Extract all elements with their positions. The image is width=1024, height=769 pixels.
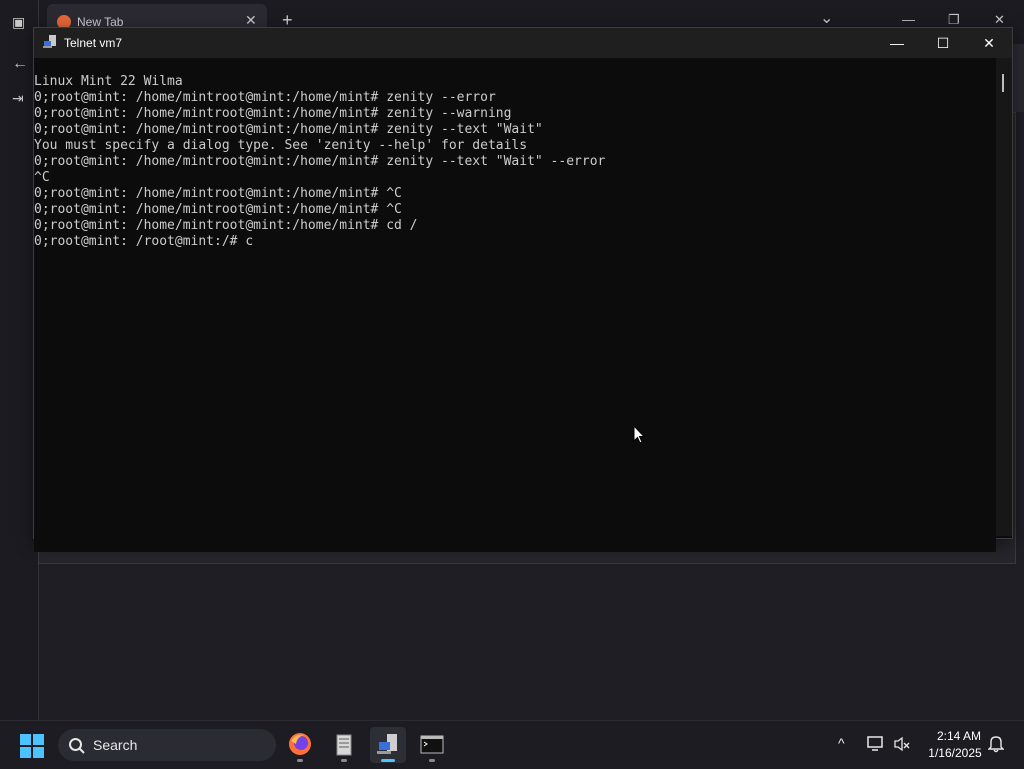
terminal-line: Linux Mint 22 Wilma — [34, 74, 183, 89]
terminal-line: ^C — [34, 170, 50, 185]
show-hidden-icons-chevron[interactable]: ^ — [838, 735, 845, 751]
terminal-line: 0;root@mint: /home/mintroot@mint:/home/m… — [34, 218, 418, 233]
mouse-pointer-icon — [633, 425, 645, 444]
sign-in-icon[interactable]: ⇥ — [12, 90, 24, 107]
telnet-app-icon — [43, 35, 56, 48]
back-arrow-icon[interactable]: ← — [12, 55, 28, 73]
taskbar-app-files[interactable] — [326, 727, 362, 763]
search-label: Search — [93, 737, 138, 753]
telnet-icon — [377, 734, 397, 754]
terminal-line: 0;root@mint: /home/mintroot@mint:/home/m… — [34, 154, 606, 169]
running-indicator — [429, 759, 435, 762]
terminal-line: You must specify a dialog type. See 'zen… — [34, 138, 528, 153]
taskbar-search-box[interactable]: Search — [58, 729, 276, 761]
telnet-window: Telnet vm7 — ☐ ✕ Linux Mint 22 Wilma 0;ro… — [33, 27, 1013, 552]
taskbar-app-telnet[interactable] — [370, 727, 406, 763]
clock-time[interactable]: 2:14 AM — [924, 729, 994, 743]
minimize-button[interactable]: — — [874, 28, 920, 58]
firefox-icon — [289, 733, 311, 755]
close-button[interactable]: ✕ — [966, 28, 1012, 58]
vertical-scrollbar[interactable] — [996, 58, 1012, 536]
notifications-bell-icon[interactable] — [988, 735, 1004, 753]
clock-date[interactable]: 1/16/2025 — [920, 746, 990, 760]
scrollbar-thumb[interactable] — [1002, 74, 1004, 92]
taskbar: Search ^ 2:14 AM 1/16/2025 — [0, 720, 1024, 769]
list-all-tabs-button[interactable]: ⌄ — [820, 8, 833, 28]
browser-minimize-button[interactable]: — — [902, 12, 915, 27]
browser-close-button[interactable]: ✕ — [994, 12, 1005, 28]
network-icon[interactable] — [867, 735, 885, 753]
running-indicator — [341, 759, 347, 762]
windows-start-icon[interactable] — [20, 734, 44, 758]
volume-muted-icon[interactable] — [893, 735, 911, 753]
search-icon — [69, 738, 85, 754]
taskbar-app-terminal[interactable] — [414, 727, 450, 763]
terminal-line: 0;root@mint: /home/mintroot@mint:/home/m… — [34, 106, 512, 121]
terminal-line: 0;root@mint: /home/mintroot@mint:/home/m… — [34, 90, 496, 105]
running-indicator — [297, 759, 303, 762]
taskbar-app-firefox[interactable] — [282, 727, 318, 763]
maximize-button[interactable]: ☐ — [920, 28, 966, 58]
title-bar[interactable]: Telnet vm7 — ☐ ✕ — [34, 28, 1012, 58]
tabs-icon[interactable]: ▣ — [12, 14, 25, 31]
terminal-line: 0;root@mint: /home/mintroot@mint:/home/m… — [34, 122, 543, 137]
terminal-output[interactable]: Linux Mint 22 Wilma 0;root@mint: /home/mi… — [34, 58, 996, 552]
browser-restore-button[interactable]: ❐ — [948, 12, 960, 28]
files-icon — [336, 734, 352, 756]
terminal-line: 0;root@mint: /home/mintroot@mint:/home/m… — [34, 202, 402, 217]
active-indicator — [381, 759, 395, 762]
terminal-icon — [420, 735, 444, 754]
terminal-line: 0;root@mint: /home/mintroot@mint:/home/m… — [34, 186, 402, 201]
window-title: Telnet vm7 — [64, 36, 123, 50]
terminal-line: 0;root@mint: /root@mint:/# c — [34, 234, 254, 249]
